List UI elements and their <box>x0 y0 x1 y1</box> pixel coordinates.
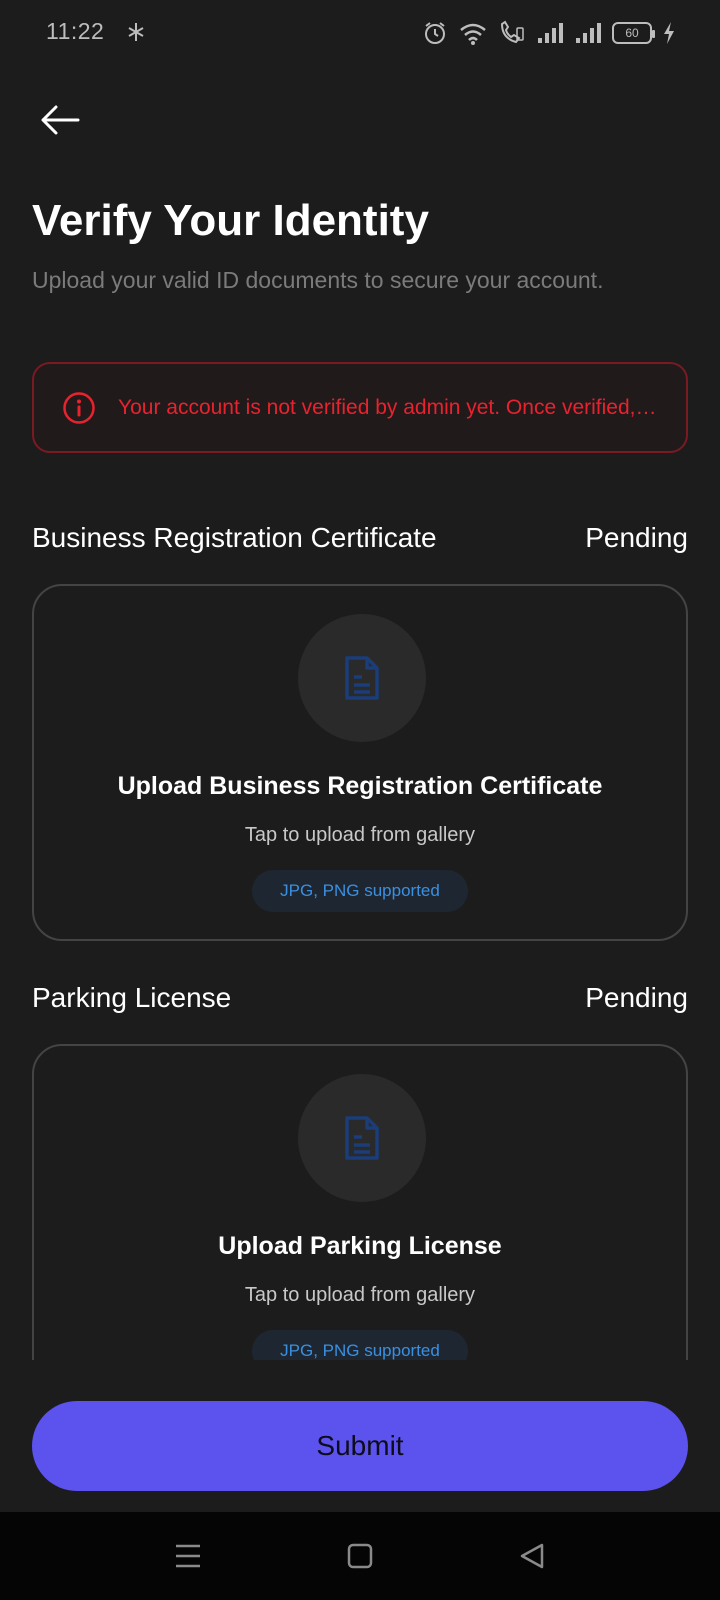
business-certificate-upload-card[interactable]: Upload Business Registration Certificate… <box>32 584 688 941</box>
document-icon <box>345 1116 379 1160</box>
submit-button[interactable]: Submit <box>32 1401 688 1491</box>
parking-license-header: Parking License Pending <box>32 982 688 1014</box>
upload-hint: Tap to upload from gallery <box>244 1284 476 1306</box>
nav-home-button[interactable] <box>338 1534 382 1578</box>
signal-sim1-icon <box>538 23 563 43</box>
charging-icon <box>664 22 674 44</box>
document-status: Pending <box>585 522 688 553</box>
page-title: Verify Your Identity <box>32 196 429 245</box>
parking-license-upload-card[interactable]: Upload Parking License Tap to upload fro… <box>32 1044 688 1360</box>
alert-message: Your account is not verified by admin ye… <box>118 395 662 419</box>
document-status: Pending <box>585 982 688 1013</box>
alarm-icon <box>425 22 445 44</box>
status-time: 11:22 <box>46 18 105 44</box>
formats-badge: JPG, PNG supported <box>252 1330 468 1360</box>
signal-sim2-icon <box>576 23 601 43</box>
battery-level: 60 <box>625 26 639 40</box>
system-nav-bar <box>0 1512 720 1600</box>
scroll-viewport: Upload Parking License Tap to upload fro… <box>0 1040 720 1360</box>
document-icon-circle <box>298 1074 426 1202</box>
document-icon-circle <box>298 614 426 742</box>
triangle-back-icon <box>520 1543 544 1569</box>
nav-menu-button[interactable] <box>166 1534 210 1578</box>
upload-hint: Tap to upload from gallery <box>244 824 476 846</box>
upload-title: Upload Parking License <box>218 1232 502 1260</box>
wifi-icon <box>460 23 486 45</box>
page-subtitle: Upload your valid ID documents to secure… <box>32 267 604 293</box>
verify-identity-screen: 11:22 60 Verify Your Identity Upload you… <box>0 0 720 1600</box>
bluetooth-activity-icon <box>128 23 144 41</box>
battery-icon: 60 <box>612 22 655 44</box>
verification-alert: Your account is not verified by admin ye… <box>32 362 688 453</box>
upload-title: Upload Business Registration Certificate <box>117 772 603 800</box>
arrow-left-icon <box>41 105 80 135</box>
business-certificate-header: Business Registration Certificate Pendin… <box>32 522 688 554</box>
nav-back-button[interactable] <box>510 1534 554 1578</box>
wifi-calling-icon <box>500 20 524 44</box>
status-icons: 60 <box>422 18 676 48</box>
status-bar: 11:22 60 <box>0 0 720 64</box>
info-circle-icon <box>63 391 95 424</box>
document-icon <box>345 656 379 700</box>
formats-badge: JPG, PNG supported <box>252 870 468 912</box>
document-label: Business Registration Certificate <box>32 522 437 553</box>
menu-icon <box>176 1544 200 1568</box>
square-icon <box>347 1543 373 1569</box>
back-button[interactable] <box>36 96 84 144</box>
document-label: Parking License <box>32 982 232 1013</box>
